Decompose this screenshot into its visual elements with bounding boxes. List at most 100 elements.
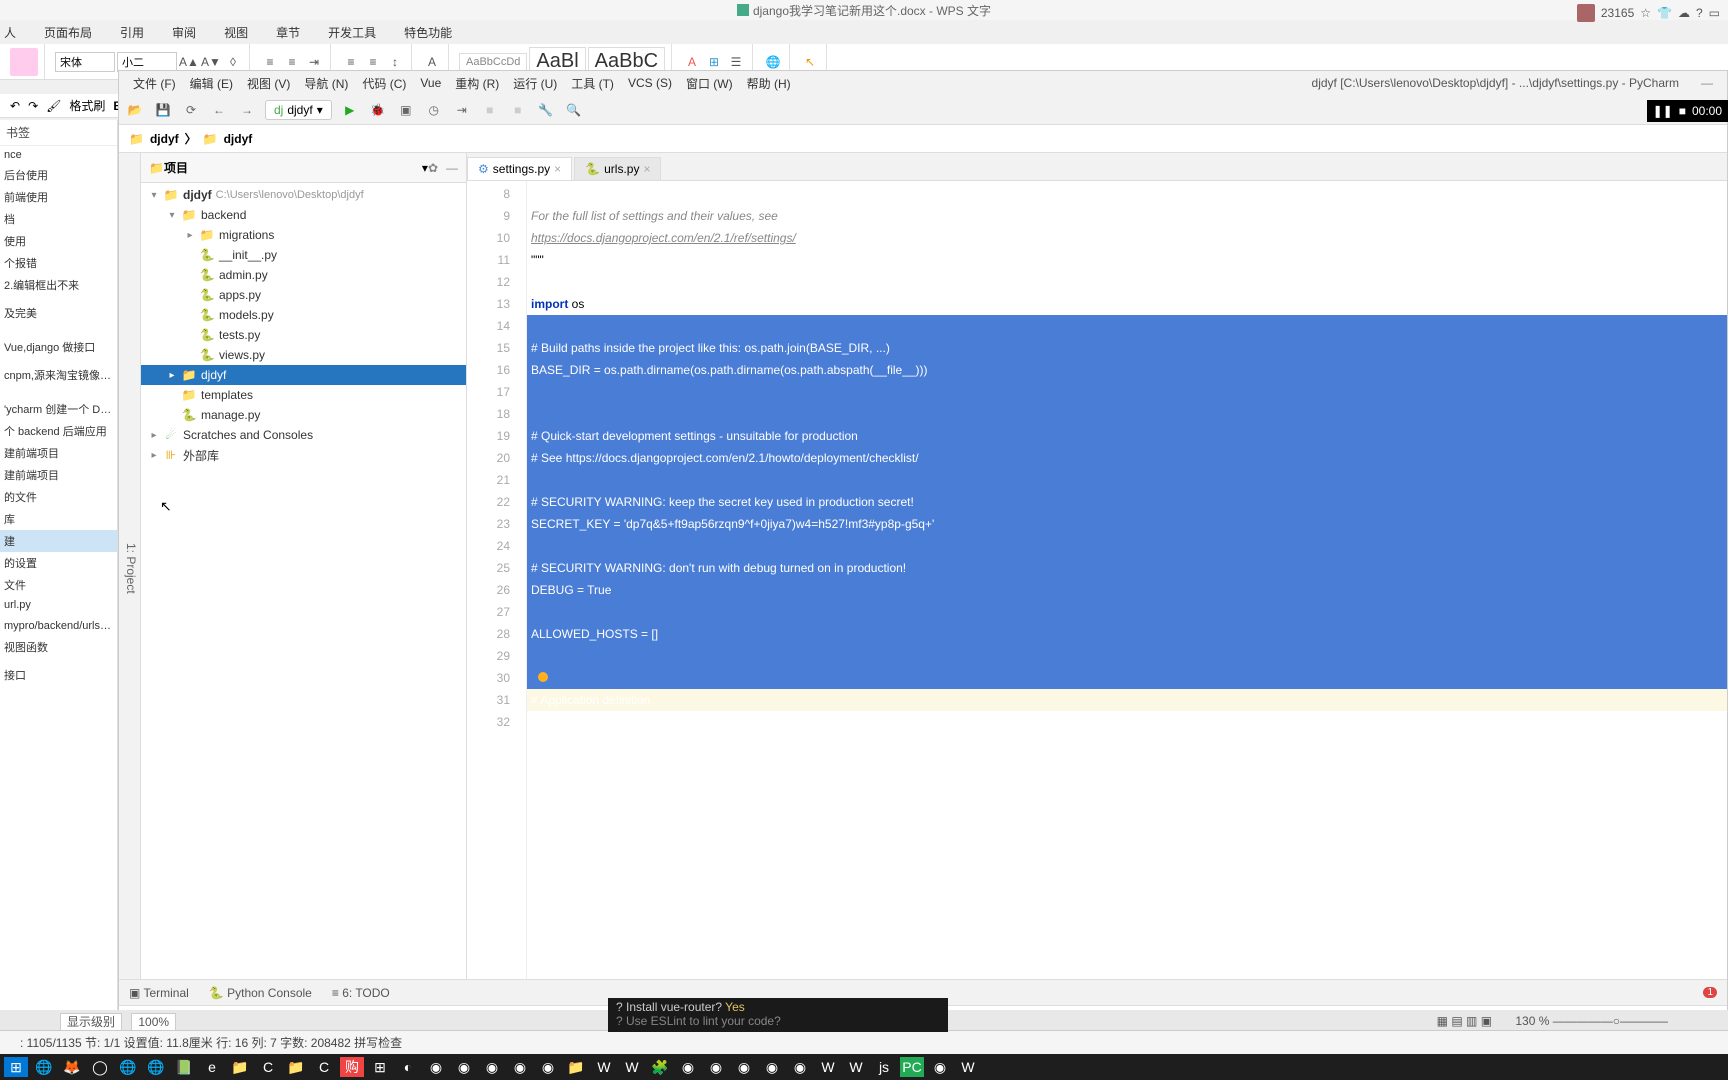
notification-count[interactable]: 23165 bbox=[1601, 6, 1634, 20]
gear-icon[interactable]: ✿ bbox=[428, 161, 438, 175]
line-spacing-icon[interactable]: ↕ bbox=[385, 52, 405, 72]
minimize-icon[interactable]: — bbox=[1695, 74, 1719, 92]
taskbar-app-icon[interactable]: 📗 bbox=[172, 1057, 196, 1077]
wps-tab[interactable]: 开发工具 bbox=[324, 22, 380, 43]
open-icon[interactable]: 📂 bbox=[125, 100, 145, 120]
outline-item[interactable]: 及完美 bbox=[0, 302, 117, 324]
outline-item[interactable]: 使用 bbox=[0, 230, 117, 252]
stop-all-icon[interactable]: ■ bbox=[508, 100, 528, 120]
wps-tab[interactable]: 人 bbox=[0, 22, 20, 43]
tree-folder-templates[interactable]: 📁 templates bbox=[141, 385, 466, 405]
back-icon[interactable]: ← bbox=[209, 100, 229, 120]
display-level-dropdown[interactable]: 显示级别 bbox=[60, 1013, 122, 1031]
taskbar-app-icon[interactable]: C bbox=[312, 1057, 336, 1077]
taskbar-app-icon[interactable]: 📁 bbox=[564, 1057, 588, 1077]
outline-item[interactable]: 建前端项目 bbox=[0, 442, 117, 464]
menu-edit[interactable]: 编辑 (E) bbox=[184, 73, 239, 94]
undo-icon[interactable]: ↶ bbox=[10, 99, 20, 113]
taskbar-app-icon[interactable]: ◯ bbox=[88, 1057, 112, 1077]
tree-file[interactable]: 🐍views.py bbox=[141, 345, 466, 365]
outline-item[interactable]: nce bbox=[0, 146, 117, 164]
align-center-icon[interactable]: ≡ bbox=[363, 52, 383, 72]
start-button[interactable]: ⊞ bbox=[4, 1057, 28, 1077]
find-replace-icon[interactable]: ⊞ bbox=[704, 52, 724, 72]
outline-item[interactable]: cnpm,源来淘宝镜像,所以装 bbox=[0, 364, 117, 386]
indent-icon[interactable]: ⇥ bbox=[304, 52, 324, 72]
outline-item[interactable]: 视图函数 bbox=[0, 636, 117, 658]
outline-item[interactable]: url.py bbox=[0, 596, 117, 614]
menu-vcs[interactable]: VCS (S) bbox=[622, 74, 678, 92]
outline-item[interactable]: 文件 bbox=[0, 574, 117, 596]
menu-window[interactable]: 窗口 (W) bbox=[680, 73, 739, 94]
breadcrumb-item[interactable]: djdyf bbox=[150, 132, 179, 146]
pause-icon[interactable]: ❚❚ bbox=[1653, 104, 1673, 118]
taskbar-app-icon[interactable]: ◉ bbox=[788, 1057, 812, 1077]
terminal-tab[interactable]: ▣ Terminal bbox=[129, 986, 189, 1000]
taskbar-app-icon[interactable]: ◉ bbox=[508, 1057, 532, 1077]
taskbar-app-icon[interactable]: ◉ bbox=[760, 1057, 784, 1077]
tree-file[interactable]: 🐍admin.py bbox=[141, 265, 466, 285]
menu-view[interactable]: 视图 (V) bbox=[241, 73, 296, 94]
menu-tools[interactable]: 工具 (T) bbox=[565, 73, 620, 94]
tree-folder-djdyf[interactable]: ▸📁 djdyf bbox=[141, 365, 466, 385]
outline-item[interactable]: 建前端项目 bbox=[0, 464, 117, 486]
taskbar-app-icon[interactable]: ◉ bbox=[676, 1057, 700, 1077]
taskbar-app-icon[interactable]: 🧩 bbox=[648, 1057, 672, 1077]
clear-format-icon[interactable]: ◊ bbox=[223, 52, 243, 72]
tree-file[interactable]: 🐍apps.py bbox=[141, 285, 466, 305]
wps-tab[interactable]: 特色功能 bbox=[400, 22, 456, 43]
python-console-tab[interactable]: 🐍 Python Console bbox=[209, 986, 312, 1000]
outline-item[interactable]: 个报错 bbox=[0, 252, 117, 274]
taskbar-app-icon[interactable]: ◉ bbox=[704, 1057, 728, 1077]
menu-refactor[interactable]: 重构 (R) bbox=[449, 73, 505, 94]
format-painter-small-icon[interactable]: 🖌 bbox=[46, 99, 61, 113]
taskbar-app-icon[interactable]: 🌐 bbox=[32, 1057, 56, 1077]
bullets-icon[interactable]: ≡ bbox=[260, 52, 280, 72]
outline-item[interactable]: Vue,django 做接口 bbox=[0, 336, 117, 358]
cursor-select-icon[interactable]: ↖ bbox=[800, 52, 820, 72]
menu-code[interactable]: 代码 (C) bbox=[356, 73, 412, 94]
taskbar-app-icon[interactable]: ◉ bbox=[536, 1057, 560, 1077]
code-viewport[interactable]: For the full list of settings and their … bbox=[527, 181, 1727, 979]
tree-file[interactable]: 🐍tests.py bbox=[141, 325, 466, 345]
taskbar-app-icon[interactable]: W bbox=[592, 1057, 616, 1077]
taskbar-app-icon[interactable]: ◉ bbox=[928, 1057, 952, 1077]
redo-icon[interactable]: ↷ bbox=[28, 99, 38, 113]
gear-icon[interactable]: 👕 bbox=[1657, 6, 1672, 20]
sync-icon[interactable]: ⟳ bbox=[181, 100, 201, 120]
close-icon[interactable]: × bbox=[643, 162, 650, 176]
taskbar-app-icon[interactable]: ⊞ bbox=[368, 1057, 392, 1077]
tree-root[interactable]: ▾📁 djdyf C:\Users\lenovo\Desktop\djdyf bbox=[141, 185, 466, 205]
taskbar-app-icon[interactable]: 📁 bbox=[284, 1057, 308, 1077]
folder-tool-icon[interactable]: 📁 bbox=[119, 553, 122, 584]
taskbar-app-icon[interactable]: 📁 bbox=[228, 1057, 252, 1077]
editor-content[interactable]: 8910111213141516171819202122232425262728… bbox=[467, 181, 1727, 979]
run-config-dropdown[interactable]: dj djdyf ▾ bbox=[265, 100, 332, 120]
wps-tab[interactable]: 引用 bbox=[116, 22, 148, 43]
increase-font-icon[interactable]: A▲ bbox=[179, 52, 199, 72]
outline-item[interactable]: 接口 bbox=[0, 664, 117, 686]
font-size-dropdown[interactable]: 小二 bbox=[117, 52, 177, 72]
breadcrumb-item[interactable]: djdyf bbox=[224, 132, 253, 146]
tree-scratches[interactable]: ▸☄ Scratches and Consoles bbox=[141, 425, 466, 445]
window-icon[interactable]: ▭ bbox=[1709, 6, 1720, 20]
outline-item[interactable]: 的设置 bbox=[0, 552, 117, 574]
outline-item[interactable]: mypro/backend/urls.py了 bbox=[0, 614, 117, 636]
outline-item[interactable]: 档 bbox=[0, 208, 117, 230]
taskbar-app-icon[interactable]: 🌐 bbox=[144, 1057, 168, 1077]
taskbar-app-icon[interactable]: 🌐 bbox=[116, 1057, 140, 1077]
font-family-dropdown[interactable]: 宋体 bbox=[55, 52, 115, 72]
wps-tab[interactable]: 视图 bbox=[220, 22, 252, 43]
wps-tab[interactable]: 页面布局 bbox=[40, 22, 96, 43]
align-left-icon[interactable]: ≡ bbox=[341, 52, 361, 72]
bell-icon[interactable]: ☆ bbox=[1640, 6, 1651, 20]
project-tree[interactable]: ▾📁 djdyf C:\Users\lenovo\Desktop\djdyf ▾… bbox=[141, 183, 466, 979]
select-icon[interactable]: ☰ bbox=[726, 52, 746, 72]
taskbar-app-icon[interactable]: ◉ bbox=[424, 1057, 448, 1077]
todo-tab[interactable]: ≡ 6: TODO bbox=[332, 986, 390, 1000]
taskbar-app-icon[interactable]: W bbox=[620, 1057, 644, 1077]
cloud-icon[interactable]: ☁ bbox=[1678, 6, 1690, 20]
menu-help[interactable]: 帮助 (H) bbox=[741, 73, 797, 94]
taskbar-app-icon[interactable]: 购 bbox=[340, 1057, 364, 1077]
tree-folder-migrations[interactable]: ▸📁 migrations bbox=[141, 225, 466, 245]
